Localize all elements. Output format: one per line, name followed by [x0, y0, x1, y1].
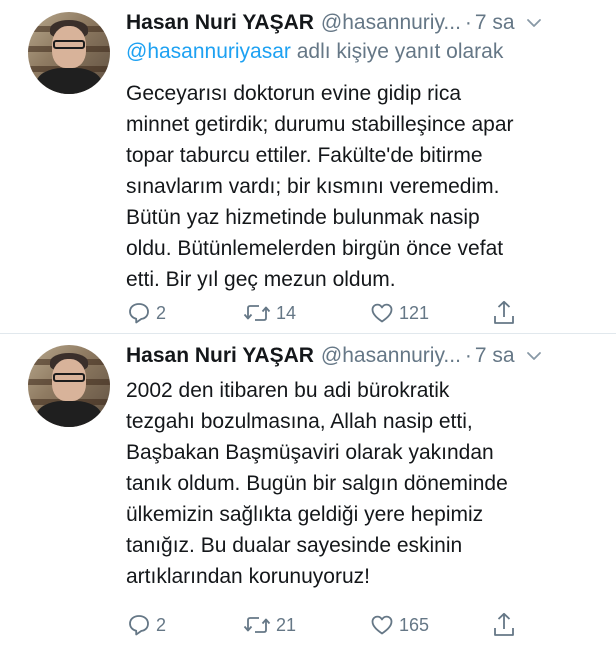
chevron-down-icon[interactable]	[525, 347, 543, 365]
retweet-button[interactable]: 21	[242, 610, 296, 640]
reply-button[interactable]: 2	[126, 298, 166, 328]
tweet-text: 2002 den itibaren bu adi bürokratik tezg…	[126, 379, 508, 588]
reply-context: @hasannuriyasar adlı kişiye yanıt olarak	[126, 40, 503, 64]
reply-icon	[126, 300, 152, 326]
author-handle[interactable]: @hasannuriy...	[321, 11, 461, 35]
avatar[interactable]	[28, 12, 110, 94]
tweet[interactable]: Hasan Nuri YAŞAR @hasannuriy... · 7 sa 2…	[0, 333, 616, 649]
heart-icon	[369, 612, 395, 638]
tweet-header: Hasan Nuri YAŞAR @hasannuriy... · 7 sa	[126, 339, 602, 373]
reply-context-text: adlı kişiye yanıt olarak	[290, 40, 504, 63]
retweet-count: 14	[276, 302, 297, 323]
heart-icon	[369, 300, 395, 326]
retweet-count: 21	[276, 614, 297, 635]
separator: ·	[464, 11, 472, 34]
tweet-text: Geceyarısı doktorun evine gidip rica min…	[126, 82, 514, 291]
tweet-actions: 2 14 121	[126, 298, 526, 328]
reply-icon	[126, 612, 152, 638]
tweet-header: Hasan Nuri YAŞAR @hasannuriy... · 7 sa	[126, 6, 602, 40]
tweet-feed: Hasan Nuri YAŞAR @hasannuriy... · 7 sa @…	[0, 0, 616, 649]
timestamp[interactable]: 7 sa	[475, 11, 515, 35]
like-button[interactable]: 121	[369, 298, 429, 328]
share-icon	[491, 611, 517, 639]
author-name[interactable]: Hasan Nuri YAŞAR	[126, 11, 314, 35]
avatar[interactable]	[28, 345, 110, 427]
chevron-down-icon[interactable]	[525, 14, 543, 32]
separator: ·	[464, 344, 472, 367]
retweet-icon	[242, 612, 272, 638]
retweet-icon	[242, 300, 272, 326]
share-button[interactable]	[491, 298, 517, 328]
share-icon	[491, 299, 517, 327]
tweet-actions: 2 21 165	[126, 610, 526, 640]
like-count: 165	[399, 614, 430, 635]
reply-count: 2	[156, 614, 167, 635]
reply-button[interactable]: 2	[126, 610, 166, 640]
like-button[interactable]: 165	[369, 610, 429, 640]
author-name[interactable]: Hasan Nuri YAŞAR	[126, 344, 314, 368]
reply-count: 2	[156, 302, 167, 323]
retweet-button[interactable]: 14	[242, 298, 296, 328]
reply-mention-link[interactable]: @hasannuriyasar	[126, 40, 291, 63]
share-button[interactable]	[491, 610, 517, 640]
timestamp[interactable]: 7 sa	[475, 344, 515, 368]
author-handle[interactable]: @hasannuriy...	[321, 344, 461, 368]
tweet[interactable]: Hasan Nuri YAŞAR @hasannuriy... · 7 sa @…	[0, 0, 616, 333]
like-count: 121	[399, 302, 430, 323]
